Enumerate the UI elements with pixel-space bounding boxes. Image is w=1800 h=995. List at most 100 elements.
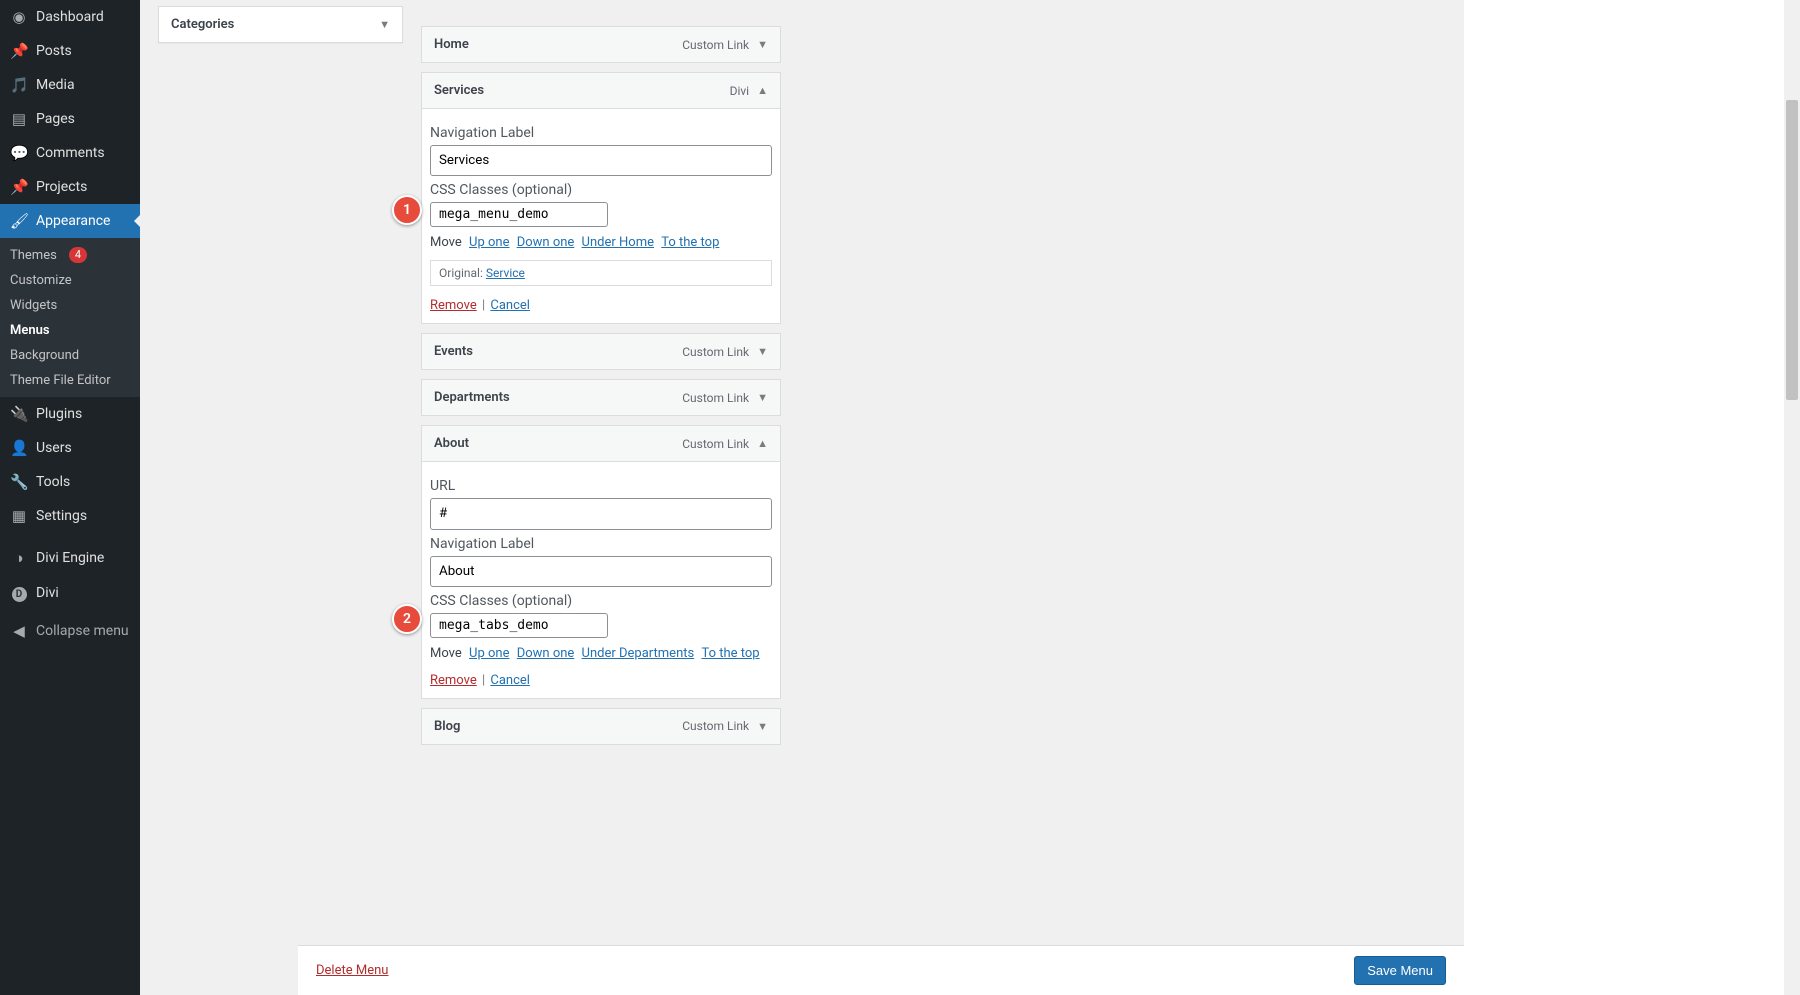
menu-item-title: Events: [434, 344, 473, 359]
cancel-link[interactable]: Cancel: [490, 298, 530, 313]
original-link[interactable]: Service: [486, 266, 525, 280]
menu-item-services: Services Divi ▲ Navigation Label CSS Cla…: [421, 72, 781, 324]
menu-item-header-services[interactable]: Services Divi ▲: [422, 73, 780, 109]
remove-link[interactable]: Remove: [430, 673, 477, 688]
sidebar-item-divi-engine[interactable]: ◑Divi Engine: [0, 541, 140, 575]
move-label: Move: [430, 235, 462, 250]
css-classes-label: CSS Classes (optional): [430, 593, 772, 609]
wrench-icon: 🔧: [10, 473, 28, 491]
save-menu-button[interactable]: Save Menu: [1354, 956, 1446, 985]
right-gutter: [1464, 0, 1800, 995]
move-top-link[interactable]: To the top: [701, 646, 759, 661]
url-input[interactable]: [430, 498, 772, 529]
css-classes-input[interactable]: [430, 613, 608, 638]
sidebar-item-appearance[interactable]: 🖌Appearance: [0, 204, 140, 238]
menu-item-header-events[interactable]: Events Custom Link ▼: [422, 334, 780, 369]
url-label: URL: [430, 478, 772, 494]
menu-footer-bar: Delete Menu Save Menu: [298, 945, 1464, 995]
plug-icon: 🔌: [10, 405, 28, 423]
nav-label-input[interactable]: [430, 556, 772, 587]
original-label: Original:: [439, 266, 483, 280]
sub-item-widgets[interactable]: Widgets: [0, 293, 140, 318]
collapse-icon: ◀: [10, 622, 28, 640]
menu-item-header-blog[interactable]: Blog Custom Link ▼: [422, 709, 780, 744]
menu-item-title: Home: [434, 37, 469, 52]
move-top-link[interactable]: To the top: [661, 235, 719, 250]
move-down-link[interactable]: Down one: [517, 235, 575, 250]
menu-item-home: Home Custom Link ▼: [421, 26, 781, 63]
appearance-submenu: Themes4 Customize Widgets Menus Backgrou…: [0, 238, 140, 397]
sidebar-item-dashboard[interactable]: ◉Dashboard: [0, 0, 140, 34]
sidebar-item-comments[interactable]: 💬Comments: [0, 136, 140, 170]
sidebar-item-tools[interactable]: 🔧Tools: [0, 465, 140, 499]
metabox-categories[interactable]: Categories ▼: [158, 6, 403, 43]
move-under-link[interactable]: Under Home: [582, 235, 654, 250]
comments-icon: 💬: [10, 144, 28, 162]
menu-item-events: Events Custom Link ▼: [421, 333, 781, 370]
sub-item-menus[interactable]: Menus: [0, 318, 140, 343]
menu-item-type: Custom Link: [682, 345, 749, 359]
scrollbar-track[interactable]: [1784, 0, 1800, 995]
dashboard-icon: ◉: [10, 8, 28, 26]
css-classes-label: CSS Classes (optional): [430, 182, 772, 198]
sub-item-customize[interactable]: Customize: [0, 268, 140, 293]
sidebar-item-plugins[interactable]: 🔌Plugins: [0, 397, 140, 431]
user-icon: 👤: [10, 439, 28, 457]
sub-item-themes[interactable]: Themes4: [0, 242, 140, 268]
move-down-link[interactable]: Down one: [517, 646, 575, 661]
sidebar-item-settings[interactable]: ▦Settings: [0, 499, 140, 533]
menu-item-header-about[interactable]: About Custom Link ▲: [422, 426, 780, 462]
menu-item-title: Services: [434, 83, 484, 98]
menu-item-blog: Blog Custom Link ▼: [421, 708, 781, 745]
divi-icon: D: [10, 583, 28, 602]
chevron-down-icon: ▼: [757, 720, 768, 733]
sub-item-theme-file-editor[interactable]: Theme File Editor: [0, 368, 140, 393]
annotation-1: 1: [392, 195, 422, 225]
move-under-link[interactable]: Under Departments: [582, 646, 695, 661]
sidebar-item-projects[interactable]: 📌Projects: [0, 170, 140, 204]
menu-item-type: Divi: [730, 84, 750, 98]
menu-item-header-departments[interactable]: Departments Custom Link ▼: [422, 380, 780, 415]
sidebar-item-users[interactable]: 👤Users: [0, 431, 140, 465]
css-classes-input[interactable]: [430, 202, 608, 227]
sidebar-item-divi[interactable]: DDivi: [0, 575, 140, 610]
remove-link[interactable]: Remove: [430, 298, 477, 313]
sidebar-item-media[interactable]: 🎵Media: [0, 68, 140, 102]
annotation-2: 2: [392, 604, 422, 634]
move-up-link[interactable]: Up one: [469, 235, 509, 250]
nav-label-input[interactable]: [430, 145, 772, 176]
menu-item-type: Custom Link: [682, 437, 749, 451]
move-up-link[interactable]: Up one: [469, 646, 509, 661]
chevron-down-icon: ▼: [757, 345, 768, 358]
cancel-link[interactable]: Cancel: [490, 673, 530, 688]
sub-item-background[interactable]: Background: [0, 343, 140, 368]
content-area: Categories ▼ Home Custom Link ▼: [140, 0, 1800, 995]
metabox-title: Categories: [171, 17, 234, 32]
chevron-down-icon: ▼: [757, 38, 768, 51]
sidebar-item-posts[interactable]: 📌Posts: [0, 34, 140, 68]
sidebar-item-pages[interactable]: ▤Pages: [0, 102, 140, 136]
chevron-down-icon: ▼: [379, 18, 390, 31]
pin-icon: 📌: [10, 42, 28, 60]
themes-update-badge: 4: [69, 247, 87, 263]
admin-sidebar: ◉Dashboard 📌Posts 🎵Media ▤Pages 💬Comment…: [0, 0, 140, 995]
menu-item-type: Custom Link: [682, 391, 749, 405]
nav-label-label: Navigation Label: [430, 536, 772, 552]
divi-engine-icon: ◑: [10, 549, 28, 567]
menu-item-title: About: [434, 436, 469, 451]
scrollbar-thumb[interactable]: [1786, 100, 1798, 400]
chevron-down-icon: ▼: [757, 391, 768, 404]
menu-item-title: Blog: [434, 719, 460, 734]
collapse-menu[interactable]: ◀Collapse menu: [0, 614, 140, 648]
menu-item-title: Departments: [434, 390, 510, 405]
sliders-icon: ▦: [10, 507, 28, 525]
chevron-up-icon: ▲: [757, 437, 768, 450]
brush-icon: 🖌: [10, 212, 28, 230]
menu-item-departments: Departments Custom Link ▼: [421, 379, 781, 416]
move-label: Move: [430, 646, 462, 661]
menu-item-type: Custom Link: [682, 719, 749, 733]
menu-item-header-home[interactable]: Home Custom Link ▼: [422, 27, 780, 62]
pages-icon: ▤: [10, 110, 28, 128]
delete-menu-link[interactable]: Delete Menu: [316, 963, 388, 978]
pin-icon: 📌: [10, 178, 28, 196]
